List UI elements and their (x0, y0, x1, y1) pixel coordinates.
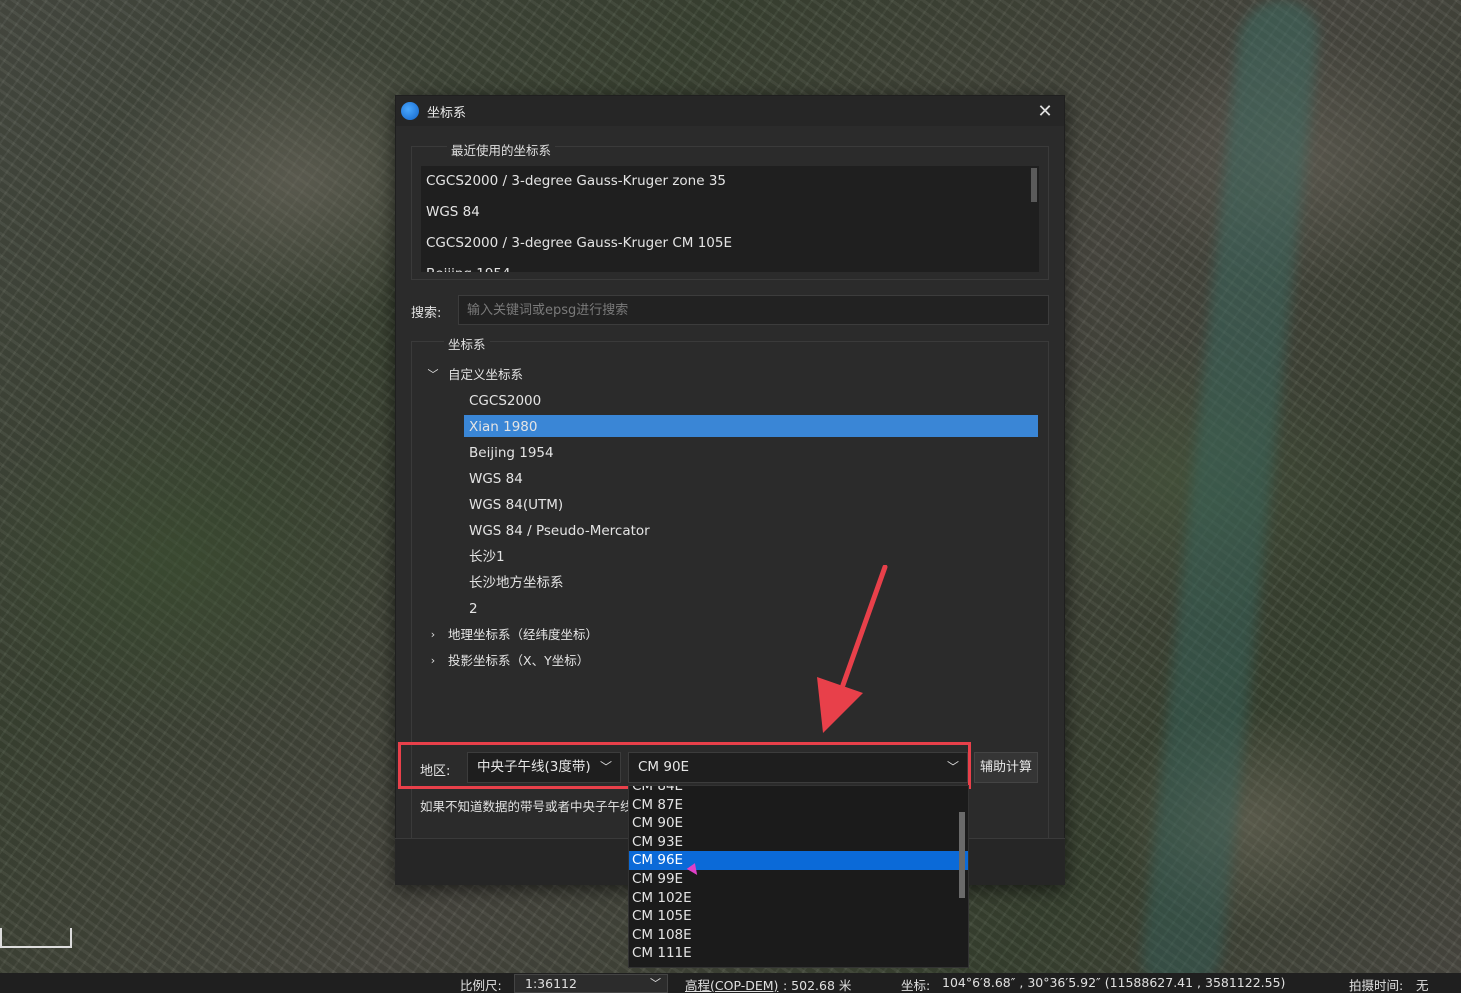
tree-item-label: 2 (469, 601, 478, 617)
coordinate-label: 坐标: (901, 978, 931, 993)
assist-calc-button[interactable]: 辅助计算 (974, 752, 1038, 783)
tree-group-title: 坐标系 (444, 334, 490, 353)
recent-list: CGCS2000 / 3-degree Gauss-Kruger zone 35… (421, 166, 1039, 272)
tree-item-label: Xian 1980 (469, 419, 538, 435)
meridian-dropdown-list[interactable]: CM 84E CM 87E CM 90E CM 93E CM 96E CM 99… (628, 785, 969, 968)
tree-item[interactable]: CGCS2000 (421, 388, 1041, 414)
tree-item[interactable]: WGS 84 / Pseudo-Mercator (421, 518, 1041, 544)
tree-group-label: 投影坐标系（X、Y坐标） (448, 653, 590, 668)
tree-item[interactable]: WGS 84(UTM) (421, 492, 1041, 518)
dropdown-option[interactable]: CM 93E (629, 833, 968, 852)
tree-item-label: 长沙地方坐标系 (469, 575, 564, 591)
selection-highlight (464, 415, 1038, 437)
dropdown-option[interactable]: CM 87E (629, 796, 968, 815)
tree-item[interactable]: 长沙1 (421, 544, 1041, 570)
recent-item[interactable]: CGCS2000 / 3-degree Gauss-Kruger zone 35 (421, 166, 1039, 197)
tree-item-label: WGS 84 / Pseudo-Mercator (469, 523, 650, 539)
status-bar: 比例尺: 1:36112 ﹀ 高程(COP-DEM) : 502.68 米 坐标… (0, 973, 1461, 993)
tree-item-label: Beijing 1954 (469, 445, 554, 461)
tree-group-geographic[interactable]: › 地理坐标系（经纬度坐标） (421, 622, 1041, 648)
dropdown-option[interactable]: CM 90E (629, 814, 968, 833)
chevron-down-icon: ﹀ (650, 977, 661, 990)
dropdown-option[interactable]: CM 84E (629, 786, 968, 796)
app-logo-icon (401, 102, 419, 120)
tree-item[interactable]: 长沙地方坐标系 (421, 570, 1041, 596)
coordinate-tree: ﹀ 自定义坐标系 CGCS2000 Xian 1980 Beijing 1954… (421, 362, 1041, 674)
capture-time-value: 无 (1416, 978, 1429, 993)
search-input[interactable] (458, 295, 1049, 325)
dropdown-option[interactable]: CM 99E (629, 870, 968, 889)
hint-text: 如果不知道数据的带号或者中央子午线 (420, 799, 628, 814)
elevation-link[interactable]: 高程(COP-DEM) (685, 975, 778, 993)
chevron-right-icon[interactable]: › (426, 648, 440, 674)
recent-scrollbar[interactable] (1031, 168, 1037, 202)
annotation-arrow-icon (817, 565, 888, 733)
tree-group-projected[interactable]: › 投影坐标系（X、Y坐标） (421, 648, 1041, 674)
tree-item-label: WGS 84(UTM) (469, 497, 564, 513)
recent-item[interactable]: CGCS2000 / 3-degree Gauss-Kruger CM 105E (421, 228, 1039, 259)
chevron-down-icon[interactable]: ﹀ (426, 362, 440, 388)
dropdown-option[interactable]: CM 111E (629, 944, 968, 963)
dropdown-scrollbar[interactable] (959, 812, 965, 898)
tree-item[interactable]: WGS 84 (421, 466, 1041, 492)
scale-value: 1:36112 (525, 976, 577, 991)
recent-item[interactable]: Beijing 1954 (421, 259, 1039, 272)
scale-select[interactable]: 1:36112 ﹀ (514, 974, 668, 993)
recent-item[interactable]: WGS 84 (421, 197, 1039, 228)
search-label: 搜索: (411, 306, 442, 321)
tree-item[interactable]: 2 (421, 596, 1041, 622)
coordinate-value: 104°6′8.68″ , 30°36′5.92″ (11588627.41 ,… (942, 975, 1286, 990)
dropdown-option[interactable]: CM 108E (629, 926, 968, 945)
tree-group-custom[interactable]: ﹀ 自定义坐标系 (421, 362, 1041, 388)
dropdown-option-highlighted[interactable]: CM 96E (629, 851, 968, 870)
map-scale-bar (0, 928, 72, 948)
elevation-value: : 502.68 米 (783, 978, 852, 993)
tree-item-label: WGS 84 (469, 471, 523, 487)
dialog-titlebar: 坐标系 ✕ (396, 96, 1064, 126)
dialog-title: 坐标系 (427, 105, 467, 121)
tree-item-label: CGCS2000 (469, 393, 542, 409)
tree-item-label: 长沙1 (469, 549, 505, 565)
scale-label: 比例尺: (460, 978, 502, 993)
chevron-right-icon[interactable]: › (426, 622, 440, 648)
tree-group-label: 地理坐标系（经纬度坐标） (448, 627, 599, 642)
tree-item[interactable]: Beijing 1954 (421, 440, 1041, 466)
annotation-highlight-box (398, 742, 971, 789)
dropdown-option[interactable]: CM 102E (629, 889, 968, 908)
tree-group-label: 自定义坐标系 (448, 367, 524, 382)
capture-time-label: 拍摄时间: (1349, 978, 1404, 993)
close-button[interactable]: ✕ (1032, 98, 1058, 124)
dropdown-option[interactable]: CM 105E (629, 907, 968, 926)
recent-group-title: 最近使用的坐标系 (447, 140, 556, 159)
tree-item-selected[interactable]: Xian 1980 (421, 414, 1041, 440)
